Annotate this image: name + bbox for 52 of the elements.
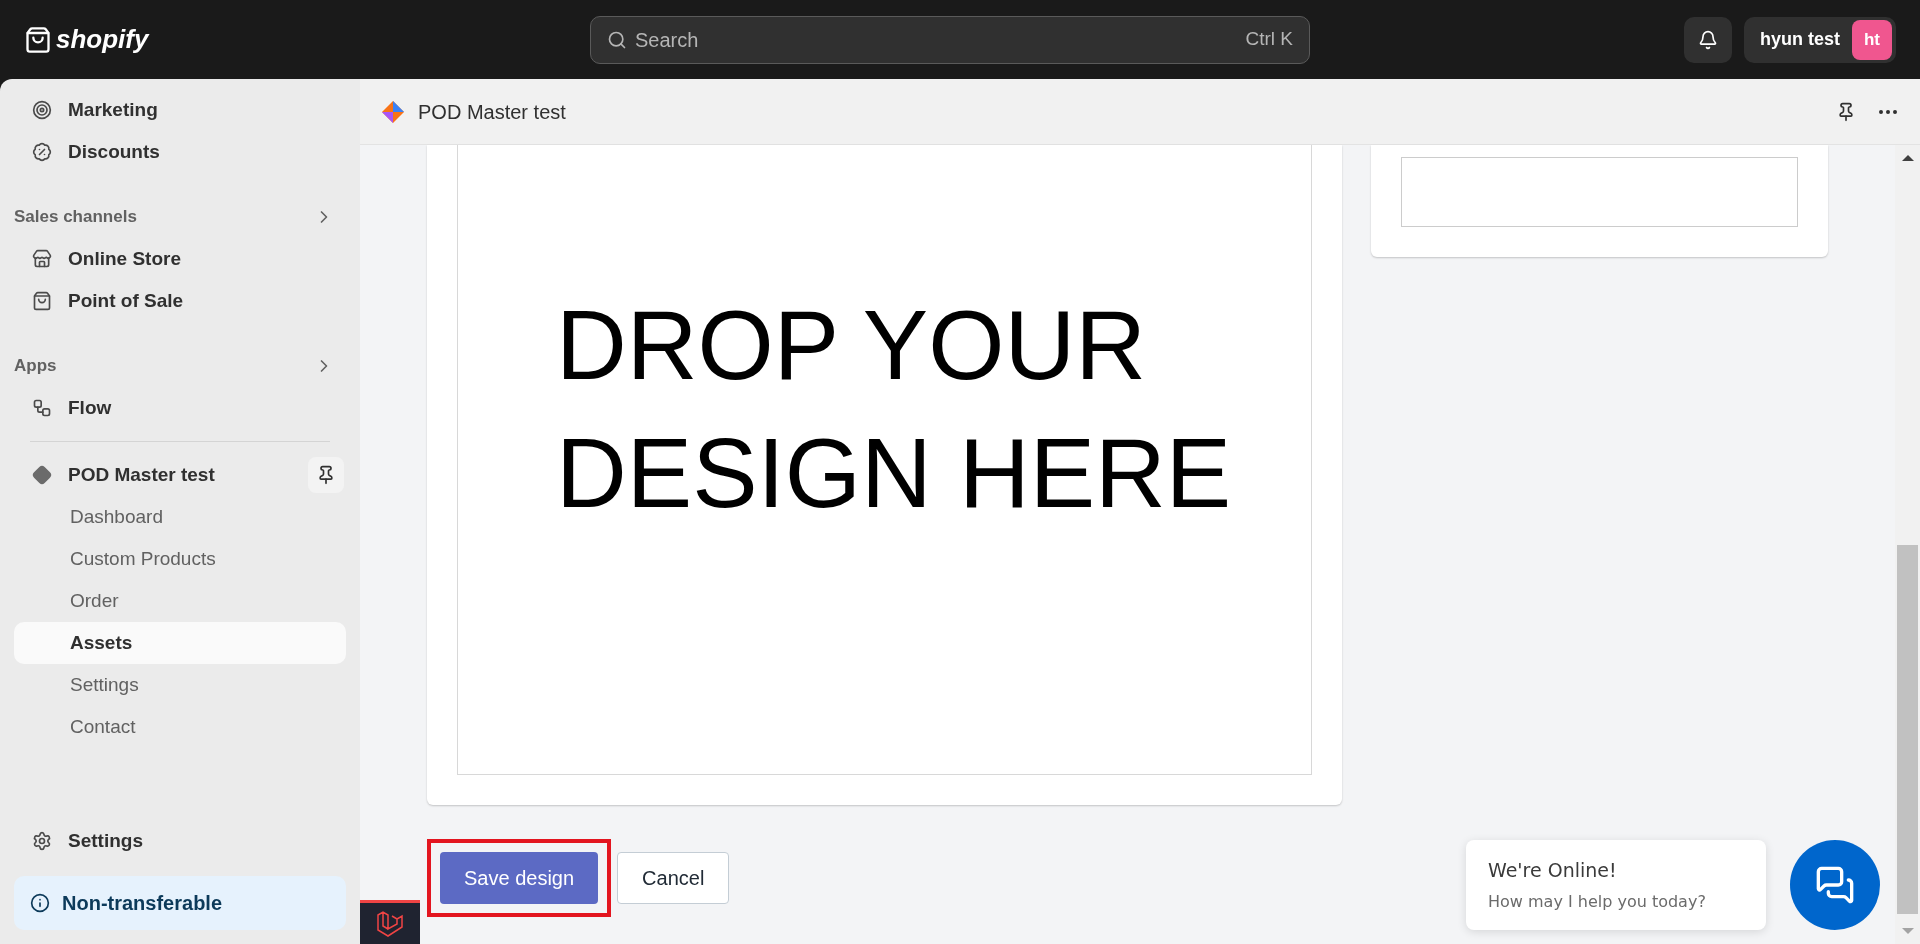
pin-button[interactable] [308, 457, 344, 493]
search-input[interactable]: Search [635, 24, 1238, 55]
chat-bubble[interactable]: We're Online! How may I help you today? [1466, 840, 1766, 930]
sidebar-subitem[interactable]: Dashboard [14, 496, 346, 538]
sidebar-item[interactable]: Online Store [14, 238, 346, 280]
sidebar-subitem[interactable]: Contact [14, 706, 346, 748]
percent-badge-icon [32, 142, 52, 162]
notice-banner[interactable]: Non-transferable [14, 876, 346, 930]
sidebar-item[interactable]: Flow [14, 387, 346, 429]
logo-text[interactable]: shopify [56, 20, 149, 59]
laravel-badge[interactable] [360, 900, 420, 944]
sidebar-subitem[interactable]: Order [14, 580, 346, 622]
chat-subtitle: How may I help you today? [1488, 891, 1707, 914]
user-avatar: ht [1852, 19, 1892, 60]
shopify-bag-icon [24, 25, 52, 54]
chat-title: We're Online! [1488, 857, 1618, 883]
chat-icon [1815, 865, 1855, 905]
settings-icon [32, 831, 52, 851]
sidebar-item[interactable]: Marketing [14, 89, 346, 131]
target-icon [32, 100, 52, 120]
app-logo-icon [380, 98, 406, 125]
bell-icon [1698, 29, 1718, 50]
search-icon [607, 29, 627, 50]
scrollbar-thumb[interactable] [1897, 545, 1918, 914]
sidebar-subitem[interactable]: Custom Products [14, 538, 346, 580]
cancel-button[interactable]: Cancel [617, 852, 730, 904]
design-canvas[interactable]: DROP YOUR DESIGN HERE [457, 145, 1312, 775]
store-icon [32, 249, 52, 269]
canvas-text: DROP YOUR DESIGN HERE [556, 289, 1233, 530]
section-title[interactable]: Sales channels [14, 204, 137, 230]
input-field[interactable] [1401, 157, 1798, 227]
sidebar-item[interactable]: Discounts [14, 131, 346, 173]
save-button[interactable]: Save design [440, 852, 599, 904]
pin-icon[interactable] [1836, 101, 1856, 122]
sidebar-item[interactable]: POD Master test [68, 460, 215, 490]
sidebar-subitem[interactable]: Settings [14, 664, 346, 706]
account-button[interactable]: hyun test ht [1744, 16, 1896, 63]
info-icon [30, 893, 50, 913]
sidebar-item[interactable]: Settings [14, 820, 346, 862]
scroll-up-icon[interactable] [1901, 155, 1914, 161]
bag-icon [32, 291, 52, 311]
flow-icon [32, 398, 52, 418]
shortcut-hint: Ctrl K [1245, 27, 1293, 52]
sidebar-subitem[interactable]: Assets [14, 622, 346, 664]
section-title[interactable]: Apps [14, 353, 57, 379]
search-field[interactable]: Search Ctrl K [590, 15, 1310, 64]
sidebar-item[interactable]: Point of Sale [14, 280, 346, 322]
pin-icon [316, 465, 336, 485]
cube-logo-icon [375, 908, 405, 939]
user-name: hyun test [1760, 28, 1840, 51]
notifications-button[interactable] [1684, 16, 1732, 63]
app-title: POD Master test [418, 99, 566, 125]
